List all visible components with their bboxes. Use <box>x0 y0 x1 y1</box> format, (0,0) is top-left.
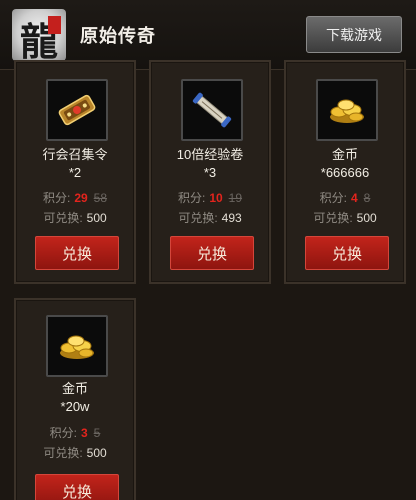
stock-label: 可兑换: <box>43 211 83 225</box>
price-row: 积分: 4 8 <box>286 189 404 206</box>
price-row: 积分: 29 58 <box>16 189 134 206</box>
original-price: 19 <box>228 191 243 205</box>
item-quantity: *20w <box>60 399 90 414</box>
price-label: 积分: <box>49 426 77 440</box>
price-label: 积分: <box>177 191 206 205</box>
item-icon-frame <box>46 315 108 377</box>
redeem-button[interactable]: 兑换 <box>35 474 119 500</box>
item-name: 10倍经验卷 <box>176 147 244 162</box>
item-icon-frame <box>316 79 378 141</box>
redeem-button[interactable]: 兑换 <box>305 236 389 270</box>
price-label: 积分: <box>319 191 347 205</box>
stock-row: 可兑换: 500 <box>16 209 134 226</box>
price-row: 积分: 3 5 <box>16 424 134 441</box>
item-name: 金币 <box>61 381 88 396</box>
exp-scroll-icon <box>189 90 235 130</box>
reward-card-gold-coins: 金币 *666666 积分: 4 8 可兑换: 500 兑换 <box>284 60 406 284</box>
price-label: 积分: <box>42 191 71 205</box>
download-game-button[interactable]: 下载游戏 <box>306 16 402 53</box>
item-icon-frame <box>181 79 243 141</box>
item-name: 行会召集令 <box>42 147 108 162</box>
guild-token-icon <box>54 90 100 130</box>
item-name: 金币 <box>331 147 358 162</box>
gold-coins-icon <box>324 90 370 130</box>
price-row: 积分: 10 19 <box>151 189 269 206</box>
stock-row: 可兑换: 500 <box>286 209 404 226</box>
gold-coins-icon <box>54 326 100 366</box>
current-price: 4 <box>350 191 358 205</box>
stock-count: 500 <box>86 446 107 460</box>
item-icon-frame <box>46 79 108 141</box>
reward-card-exp-scroll: 10倍经验卷 *3 积分: 10 19 可兑换: 493 兑换 <box>149 60 271 284</box>
app-logo: 龍 <box>12 9 66 61</box>
stock-row: 可兑换: 493 <box>151 209 269 226</box>
stock-count: 493 <box>221 211 242 225</box>
reward-card-gold-coins-20w: 金币 *20w 积分: 3 5 可兑换: 500 兑换 <box>14 298 136 500</box>
stock-count: 500 <box>356 211 377 225</box>
current-price: 10 <box>209 191 223 205</box>
original-price: 5 <box>93 426 101 440</box>
current-price: 29 <box>74 191 88 205</box>
reward-card-guild-token: 行会召集令 *2 积分: 29 58 可兑换: 500 兑换 <box>14 60 136 284</box>
item-quantity: *666666 <box>320 165 370 180</box>
item-quantity: *3 <box>203 165 217 180</box>
stock-label: 可兑换: <box>178 211 218 225</box>
original-price: 58 <box>93 191 108 205</box>
stock-row: 可兑换: 500 <box>16 444 134 461</box>
stock-label: 可兑换: <box>43 446 83 460</box>
app-title: 原始传奇 <box>80 26 156 46</box>
stock-count: 500 <box>86 211 107 225</box>
item-quantity: *2 <box>68 165 82 180</box>
redeem-button[interactable]: 兑换 <box>170 236 254 270</box>
current-price: 3 <box>80 426 88 440</box>
redeem-button[interactable]: 兑换 <box>35 236 119 270</box>
seal-mark <box>48 16 61 34</box>
original-price: 8 <box>363 191 371 205</box>
stock-label: 可兑换: <box>313 211 353 225</box>
